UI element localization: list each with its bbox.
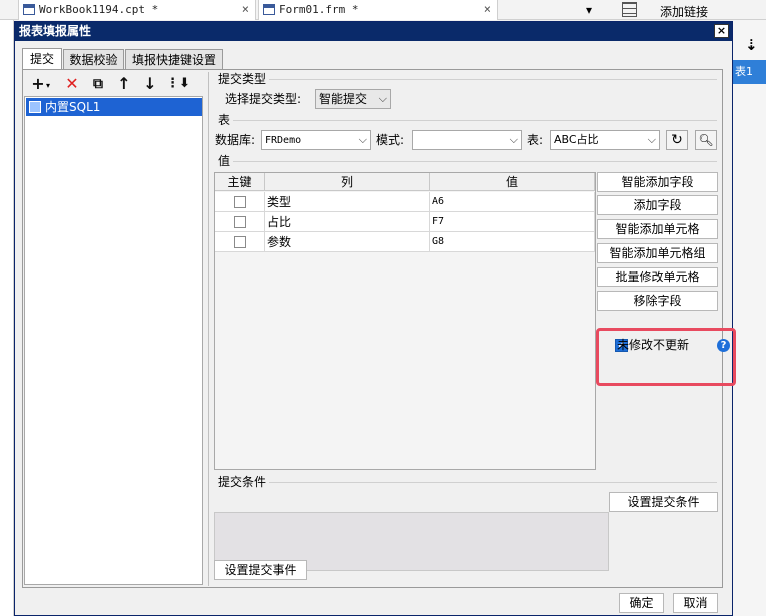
schema-label: 模式: xyxy=(376,133,405,147)
table-label: 表: xyxy=(527,133,544,147)
help-icon[interactable]: ? xyxy=(717,339,730,352)
database-label: 数据库: xyxy=(215,133,256,147)
preview-table-button[interactable]: 🔍︎ xyxy=(695,130,717,150)
smart-add-cell-group-button[interactable]: 智能添加单元格组 xyxy=(597,243,718,263)
close-icon[interactable]: × xyxy=(484,0,491,19)
column-cell[interactable]: 类型 xyxy=(265,192,430,212)
divider xyxy=(233,120,717,121)
value-cell[interactable]: F7 xyxy=(430,212,595,232)
chevron-down-icon: ⌵ xyxy=(509,133,518,146)
cancel-button[interactable]: 取消 xyxy=(673,593,718,613)
submit-type-select[interactable]: 智能提交 ⌵ xyxy=(315,89,391,109)
column-cell[interactable]: 参数 xyxy=(265,232,430,252)
right-panel-edge: ⇣ xyxy=(733,20,766,616)
submit-condition-label: 提交条件 xyxy=(218,475,267,489)
report-fill-properties-dialog: 报表填报属性 × 提交 数据校验 填报快捷键设置 + ▾ ✕ ⧉ ↑ ↓ ⋮⬇ … xyxy=(14,21,736,616)
tab-workbook-label: WorkBook1194.cpt * xyxy=(39,3,159,16)
chevron-down-icon[interactable]: ▾ xyxy=(46,81,50,90)
table-row[interactable]: 占比 F7 xyxy=(215,212,595,232)
key-checkbox[interactable] xyxy=(234,236,246,248)
refresh-button[interactable]: ↻ xyxy=(666,130,688,150)
tab-workbook[interactable]: WorkBook1194.cpt * × xyxy=(18,0,256,20)
remove-field-button[interactable]: 移除字段 xyxy=(597,291,718,311)
copy-icon[interactable]: ⧉ xyxy=(88,74,108,94)
chevron-down-icon: ⌵ xyxy=(647,133,656,146)
search-icon: 🔍︎ xyxy=(698,133,714,147)
move-bottom-icon[interactable]: ⋮⬇ xyxy=(166,74,190,94)
smart-add-cell-button[interactable]: 智能添加单元格 xyxy=(597,219,718,239)
set-submit-condition-button[interactable]: 设置提交条件 xyxy=(609,492,718,512)
table-value: ABC占比 xyxy=(554,133,599,146)
dialog-title-text: 报表填报属性 xyxy=(19,24,92,38)
value-cell[interactable]: G8 xyxy=(430,232,595,252)
column-header-key[interactable]: 主键 xyxy=(215,173,265,191)
divider xyxy=(269,79,717,80)
chevron-down-icon: ⌵ xyxy=(358,133,367,146)
ok-button[interactable]: 确定 xyxy=(619,593,664,613)
value-section-label: 值 xyxy=(218,154,231,168)
right-panel-selected-item[interactable]: 表1 xyxy=(733,60,766,84)
dialog-title: 报表填报属性 xyxy=(15,22,732,41)
smart-add-field-button[interactable]: 智能添加字段 xyxy=(597,172,718,192)
layout-icon[interactable] xyxy=(622,2,637,17)
move-down-icon[interactable]: ↓ xyxy=(140,74,160,94)
table-select[interactable]: ABC占比 ⌵ xyxy=(550,130,660,150)
value-cell[interactable]: A6 xyxy=(430,192,595,212)
divider xyxy=(233,161,717,162)
database-select[interactable]: FRDemo ⌵ xyxy=(261,130,371,150)
tree-item-sql1[interactable]: 内置SQL1 xyxy=(26,98,202,116)
add-field-button[interactable]: 添加字段 xyxy=(597,195,718,215)
splitter[interactable] xyxy=(208,72,209,586)
add-icon[interactable]: + xyxy=(28,74,48,94)
refresh-icon: ↻ xyxy=(671,132,683,148)
column-header-column[interactable]: 列 xyxy=(265,173,430,191)
form-icon xyxy=(263,4,275,15)
tab-shortcut-settings[interactable]: 填报快捷键设置 xyxy=(125,49,223,70)
sql-tree: 内置SQL1 xyxy=(24,96,203,585)
schema-select[interactable]: ⌵ xyxy=(412,130,522,150)
submit-type-section-label: 提交类型 xyxy=(218,72,267,86)
tab-data-validation[interactable]: 数据校验 xyxy=(63,49,124,70)
column-header-value[interactable]: 值 xyxy=(430,173,595,191)
tab-form-label: Form01.frm * xyxy=(279,3,359,16)
table-row[interactable]: 类型 A6 xyxy=(215,192,595,212)
ide-tab-bar: WorkBook1194.cpt * × Form01.frm * × ▾ 添加… xyxy=(0,0,766,20)
dialog-close-button[interactable]: × xyxy=(714,24,729,38)
set-submit-event-button[interactable]: 设置提交事件 xyxy=(214,560,307,580)
tree-item-label: 内置SQL1 xyxy=(45,100,101,114)
tab-submit[interactable]: 提交 xyxy=(22,48,62,70)
add-link-label[interactable]: 添加链接 xyxy=(660,3,720,19)
key-cell xyxy=(215,232,265,252)
close-icon[interactable]: × xyxy=(242,0,249,19)
database-value: FRDemo xyxy=(265,135,302,146)
key-cell xyxy=(215,212,265,232)
table-section-label: 表 xyxy=(218,113,231,127)
move-up-icon[interactable]: ↑ xyxy=(114,74,134,94)
delete-icon[interactable]: ✕ xyxy=(62,74,82,94)
no-update-label[interactable]: 未修改不更新 xyxy=(617,337,689,353)
column-cell[interactable]: 占比 xyxy=(265,212,430,232)
workbook-edge xyxy=(0,20,14,616)
table-row[interactable]: 参数 G8 xyxy=(215,232,595,252)
pin-icon[interactable]: ▾ xyxy=(586,3,592,17)
submit-type-label: 选择提交类型: xyxy=(225,92,302,106)
field-table: 主键 列 值 类型 A6 占比 F7 参数 G8 xyxy=(214,172,596,470)
spreadsheet-icon xyxy=(23,4,35,15)
key-cell xyxy=(215,192,265,212)
download-icon[interactable]: ⇣ xyxy=(745,36,758,54)
chevron-down-icon: ⌵ xyxy=(378,92,387,105)
key-checkbox[interactable] xyxy=(234,196,246,208)
submit-type-value: 智能提交 xyxy=(319,92,368,106)
tab-form[interactable]: Form01.frm * × xyxy=(258,0,498,20)
batch-modify-cells-button[interactable]: 批量修改单元格 xyxy=(597,267,718,287)
divider xyxy=(269,482,717,483)
table-icon xyxy=(29,101,41,113)
key-checkbox[interactable] xyxy=(234,216,246,228)
